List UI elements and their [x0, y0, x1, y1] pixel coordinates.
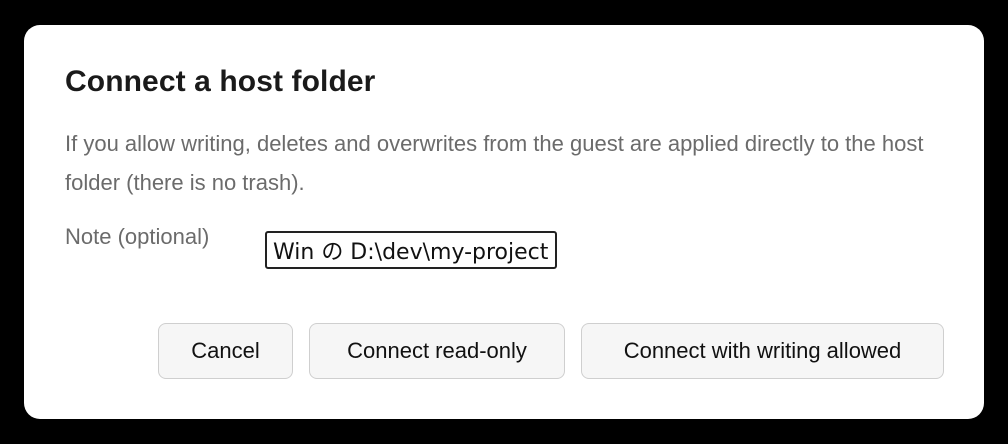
note-label: Note (optional)	[65, 224, 210, 249]
dialog-title: Connect a host folder	[65, 65, 376, 98]
connect-read-only-button[interactable]: Connect read-only	[309, 323, 565, 379]
note-input[interactable]	[265, 231, 557, 269]
connect-host-folder-dialog: Connect a host folder If you allow writi…	[24, 25, 984, 419]
dialog-description: If you allow writing, deletes and overwr…	[65, 131, 924, 195]
connect-with-writing-button[interactable]: Connect with writing allowed	[581, 323, 944, 379]
cancel-button[interactable]: Cancel	[158, 323, 293, 379]
